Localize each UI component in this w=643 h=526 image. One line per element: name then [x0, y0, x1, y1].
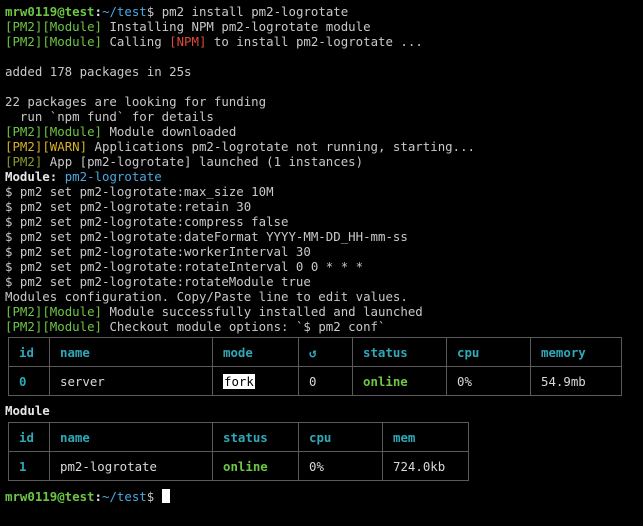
cell-status: online — [352, 366, 447, 396]
text-cursor — [161, 489, 170, 503]
pm2-tag: [PM2] — [5, 154, 43, 169]
log-line-warn: [PM2][WARN] Applications pm2-logrotate n… — [5, 139, 643, 154]
module-name-line: Module: pm2-logrotate — [5, 169, 643, 184]
log-text: Installing NPM pm2-logrotate module — [102, 19, 371, 34]
col-name: name — [49, 337, 213, 367]
config-line[interactable]: $ pm2 set pm2-logrotate:rotateModule tru… — [5, 274, 643, 289]
pm2-tag: [PM2] — [5, 319, 43, 334]
npm-added-line: added 178 packages in 25s — [5, 64, 192, 79]
log-line-checkout: [PM2][Module] Checkout module options: `… — [5, 319, 643, 334]
config-line[interactable]: $ pm2 set pm2-logrotate:compress false — [5, 214, 643, 229]
col-status: status — [212, 422, 299, 452]
command-text: pm2 install pm2-logrotate — [161, 4, 349, 19]
cwd-path: ~/test — [102, 489, 147, 504]
modules-table: id name status cpu mem 1 pm2-logrotate o… — [8, 422, 469, 481]
cell-id: 0 — [8, 366, 50, 396]
prompt-symbol: $ — [146, 4, 155, 19]
cell-id: 1 — [8, 451, 50, 481]
col-id: id — [8, 422, 50, 452]
cell-name: pm2-logrotate — [49, 451, 213, 481]
pm2-tag: [PM2] — [5, 124, 43, 139]
cell-memory: 54.9mb — [530, 366, 622, 396]
cell-restarts: 0 — [298, 366, 353, 396]
col-mode: mode — [212, 337, 299, 367]
module-tag: [Module] — [42, 34, 102, 49]
table-header-row: id name status cpu mem — [8, 422, 469, 452]
warn-tag: [WARN] — [42, 139, 88, 154]
log-text: Module successfully installed and launch… — [102, 304, 423, 319]
config-line[interactable]: $ pm2 set pm2-logrotate:dateFormat YYYY-… — [5, 229, 643, 244]
user-host: mrw0119@test — [5, 4, 95, 19]
log-text: Applications pm2-logrotate not running, … — [87, 139, 475, 154]
cell-cpu: 0% — [446, 366, 531, 396]
cell-mode: fork — [212, 366, 299, 396]
col-name: name — [49, 422, 213, 452]
log-line-calling: [PM2][Module] Calling [NPM] to install p… — [5, 34, 643, 49]
col-id: id — [8, 337, 50, 367]
cwd-path: ~/test — [102, 4, 147, 19]
module-tag: [Module] — [42, 19, 102, 34]
col-mem: mem — [382, 422, 469, 452]
config-note-line: Modules configuration. Copy/Paste line t… — [5, 289, 408, 304]
log-text: Module downloaded — [102, 124, 237, 139]
config-line[interactable]: $ pm2 set pm2-logrotate:workerInterval 3… — [5, 244, 643, 259]
log-text: Checkout module options: `$ pm2 conf` — [102, 319, 386, 334]
funding-line: 22 packages are looking for funding — [5, 94, 267, 109]
module-label: Module: — [5, 169, 65, 184]
module-tag: [Module] — [42, 304, 102, 319]
prompt-line-command: mrw0119@test:~/test$ pm2 install pm2-log… — [5, 4, 349, 19]
col-status: status — [352, 337, 447, 367]
user-host: mrw0119@test — [5, 489, 95, 504]
terminal-window[interactable]: mrw0119@test:~/test$ pm2 install pm2-log… — [0, 0, 643, 526]
table-row: 0 server fork 0 online 0% 54.9mb — [8, 366, 622, 396]
pm2-tag: [PM2] — [5, 304, 43, 319]
mode-badge: fork — [223, 373, 255, 389]
apps-table: id name mode ↺ status cpu memory 0 serve… — [8, 337, 622, 396]
prompt-line-current[interactable]: mrw0119@test:~/test$ — [5, 489, 643, 504]
log-text: Calling — [102, 34, 170, 49]
module-section-title: Module — [5, 403, 50, 418]
log-line-success: [PM2][Module] Module successfully instal… — [5, 304, 643, 319]
pm2-tag: [PM2] — [5, 139, 43, 154]
col-cpu: cpu — [446, 337, 531, 367]
module-name: pm2-logrotate — [64, 169, 162, 184]
pm2-tag: [PM2] — [5, 34, 43, 49]
log-text: to install pm2-logrotate ... — [206, 34, 423, 49]
log-line-installing: [PM2][Module] Installing NPM pm2-logrota… — [5, 19, 643, 34]
log-line-launched: [PM2] App [pm2-logrotate] launched (1 in… — [5, 154, 643, 169]
col-cpu: cpu — [298, 422, 383, 452]
cell-mem: 724.0kb — [382, 451, 469, 481]
log-line-downloaded: [PM2][Module] Module downloaded — [5, 124, 643, 139]
cell-name: server — [49, 366, 213, 396]
log-text: App [pm2-logrotate] launched (1 instance… — [42, 154, 364, 169]
config-line[interactable]: $ pm2 set pm2-logrotate:retain 30 — [5, 199, 643, 214]
npm-tag: [NPM] — [169, 34, 207, 49]
table-row: 1 pm2-logrotate online 0% 724.0kb — [8, 451, 469, 481]
config-line[interactable]: $ pm2 set pm2-logrotate:rotateInterval 0… — [5, 259, 643, 274]
module-tag: [Module] — [42, 124, 102, 139]
table-header-row: id name mode ↺ status cpu memory — [8, 337, 622, 367]
cell-cpu: 0% — [298, 451, 383, 481]
col-restarts-icon: ↺ — [298, 337, 353, 367]
prompt-symbol: $ — [146, 489, 155, 504]
pm2-tag: [PM2] — [5, 19, 43, 34]
cell-status: online — [212, 451, 299, 481]
config-line[interactable]: $ pm2 set pm2-logrotate:max_size 10M — [5, 184, 643, 199]
col-memory: memory — [530, 337, 622, 367]
module-tag: [Module] — [42, 319, 102, 334]
funding-hint-line: run `npm fund` for details — [5, 109, 214, 124]
